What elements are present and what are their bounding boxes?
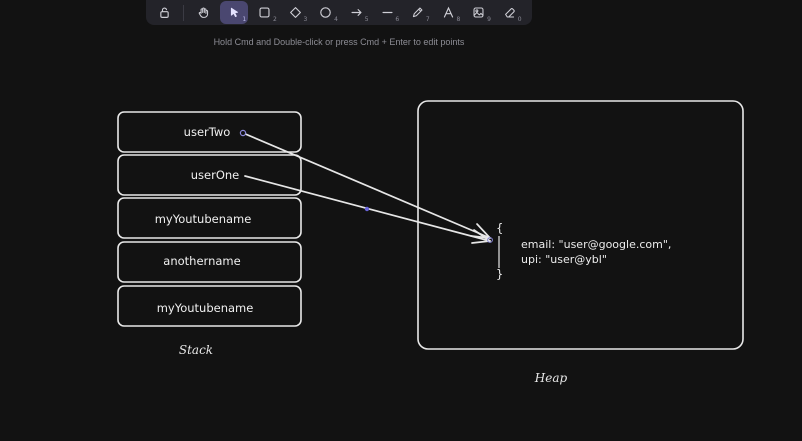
- stack-title: Stack: [179, 343, 213, 357]
- arrow-start-handle[interactable]: [239, 129, 247, 137]
- heap-close-brace: }: [496, 267, 503, 281]
- heap-box[interactable]: [417, 100, 744, 350]
- heap-line-upi: upi: "user@ybl": [521, 253, 607, 266]
- drawing-canvas[interactable]: userTwo userOne myYoutubename anothernam…: [0, 0, 802, 441]
- stack-cell-label: userTwo: [184, 125, 231, 139]
- stack-cell-label: myYoutubename: [155, 212, 252, 226]
- heap-open-brace: {: [496, 221, 503, 235]
- stack-cell-label: userOne: [191, 168, 240, 182]
- stack-cell-label: myYoutubename: [157, 301, 254, 315]
- heap-line-email: email: "user@google.com",: [521, 238, 671, 251]
- reference-arrows[interactable]: [242, 132, 491, 244]
- heap-title: Heap: [534, 371, 568, 385]
- stack-cell-label: anothername: [163, 254, 240, 268]
- arrow-midpoint-handle[interactable]: [364, 206, 370, 212]
